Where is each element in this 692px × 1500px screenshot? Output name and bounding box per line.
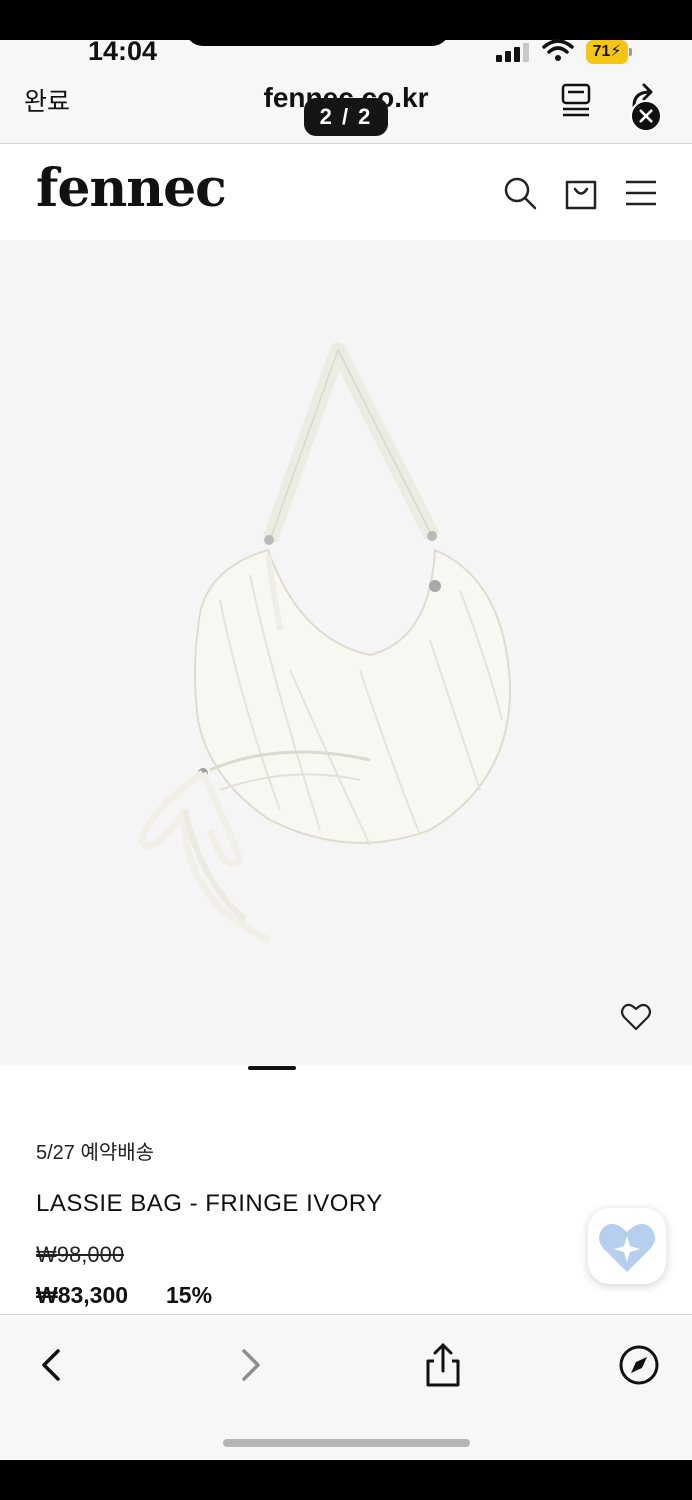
share-icon[interactable] — [421, 1343, 465, 1387]
sale-price: ₩83,300 — [36, 1282, 129, 1308]
status-time: 14:04 — [88, 36, 158, 66]
close-icon[interactable] — [630, 100, 662, 132]
forward-icon[interactable] — [228, 1343, 272, 1387]
product-image — [138, 342, 512, 944]
compass-icon[interactable] — [617, 1343, 661, 1387]
menu-icon[interactable] — [624, 176, 658, 210]
product-name: LASSIE BAG - FRINGE IVORY — [36, 1190, 383, 1217]
product-image-area[interactable] — [0, 240, 692, 1065]
wifi-icon — [542, 39, 574, 61]
delivery-note: 5/27 예약배송 — [36, 1142, 155, 1164]
discount-rate: 15% — [166, 1282, 213, 1308]
site-logo[interactable]: fennec — [36, 158, 227, 219]
home-indicator — [223, 1439, 470, 1447]
cart-icon[interactable] — [564, 176, 598, 210]
browser-top-bar: 완료 fennec.co.kr 2 / 2 — [0, 68, 692, 144]
search-icon[interactable] — [503, 176, 537, 210]
site-header: fennec — [0, 144, 692, 240]
notch — [185, 28, 450, 46]
screen: 14:04 71⚡ 완료 fennec.co.kr 2 / 2 — [0, 0, 692, 1500]
heart-fab-icon — [599, 1223, 655, 1272]
heart-fab-button[interactable] — [588, 1208, 666, 1284]
signal-icon — [496, 42, 530, 62]
back-icon[interactable] — [30, 1343, 74, 1387]
battery-level: 71⚡ — [586, 40, 628, 64]
heart-outline-icon[interactable] — [620, 1002, 652, 1032]
page-indicator: 2 / 2 — [304, 98, 388, 136]
product-info: 5/27 예약배송 LASSIE BAG - FRINGE IVORY ₩98,… — [0, 1070, 692, 1315]
original-price: ₩98,000 — [36, 1242, 125, 1267]
bottom-black-band — [0, 1460, 692, 1500]
battery-indicator: 71⚡ — [586, 40, 632, 64]
reader-icon[interactable] — [560, 82, 592, 118]
browser-bottom-bar — [0, 1314, 692, 1460]
